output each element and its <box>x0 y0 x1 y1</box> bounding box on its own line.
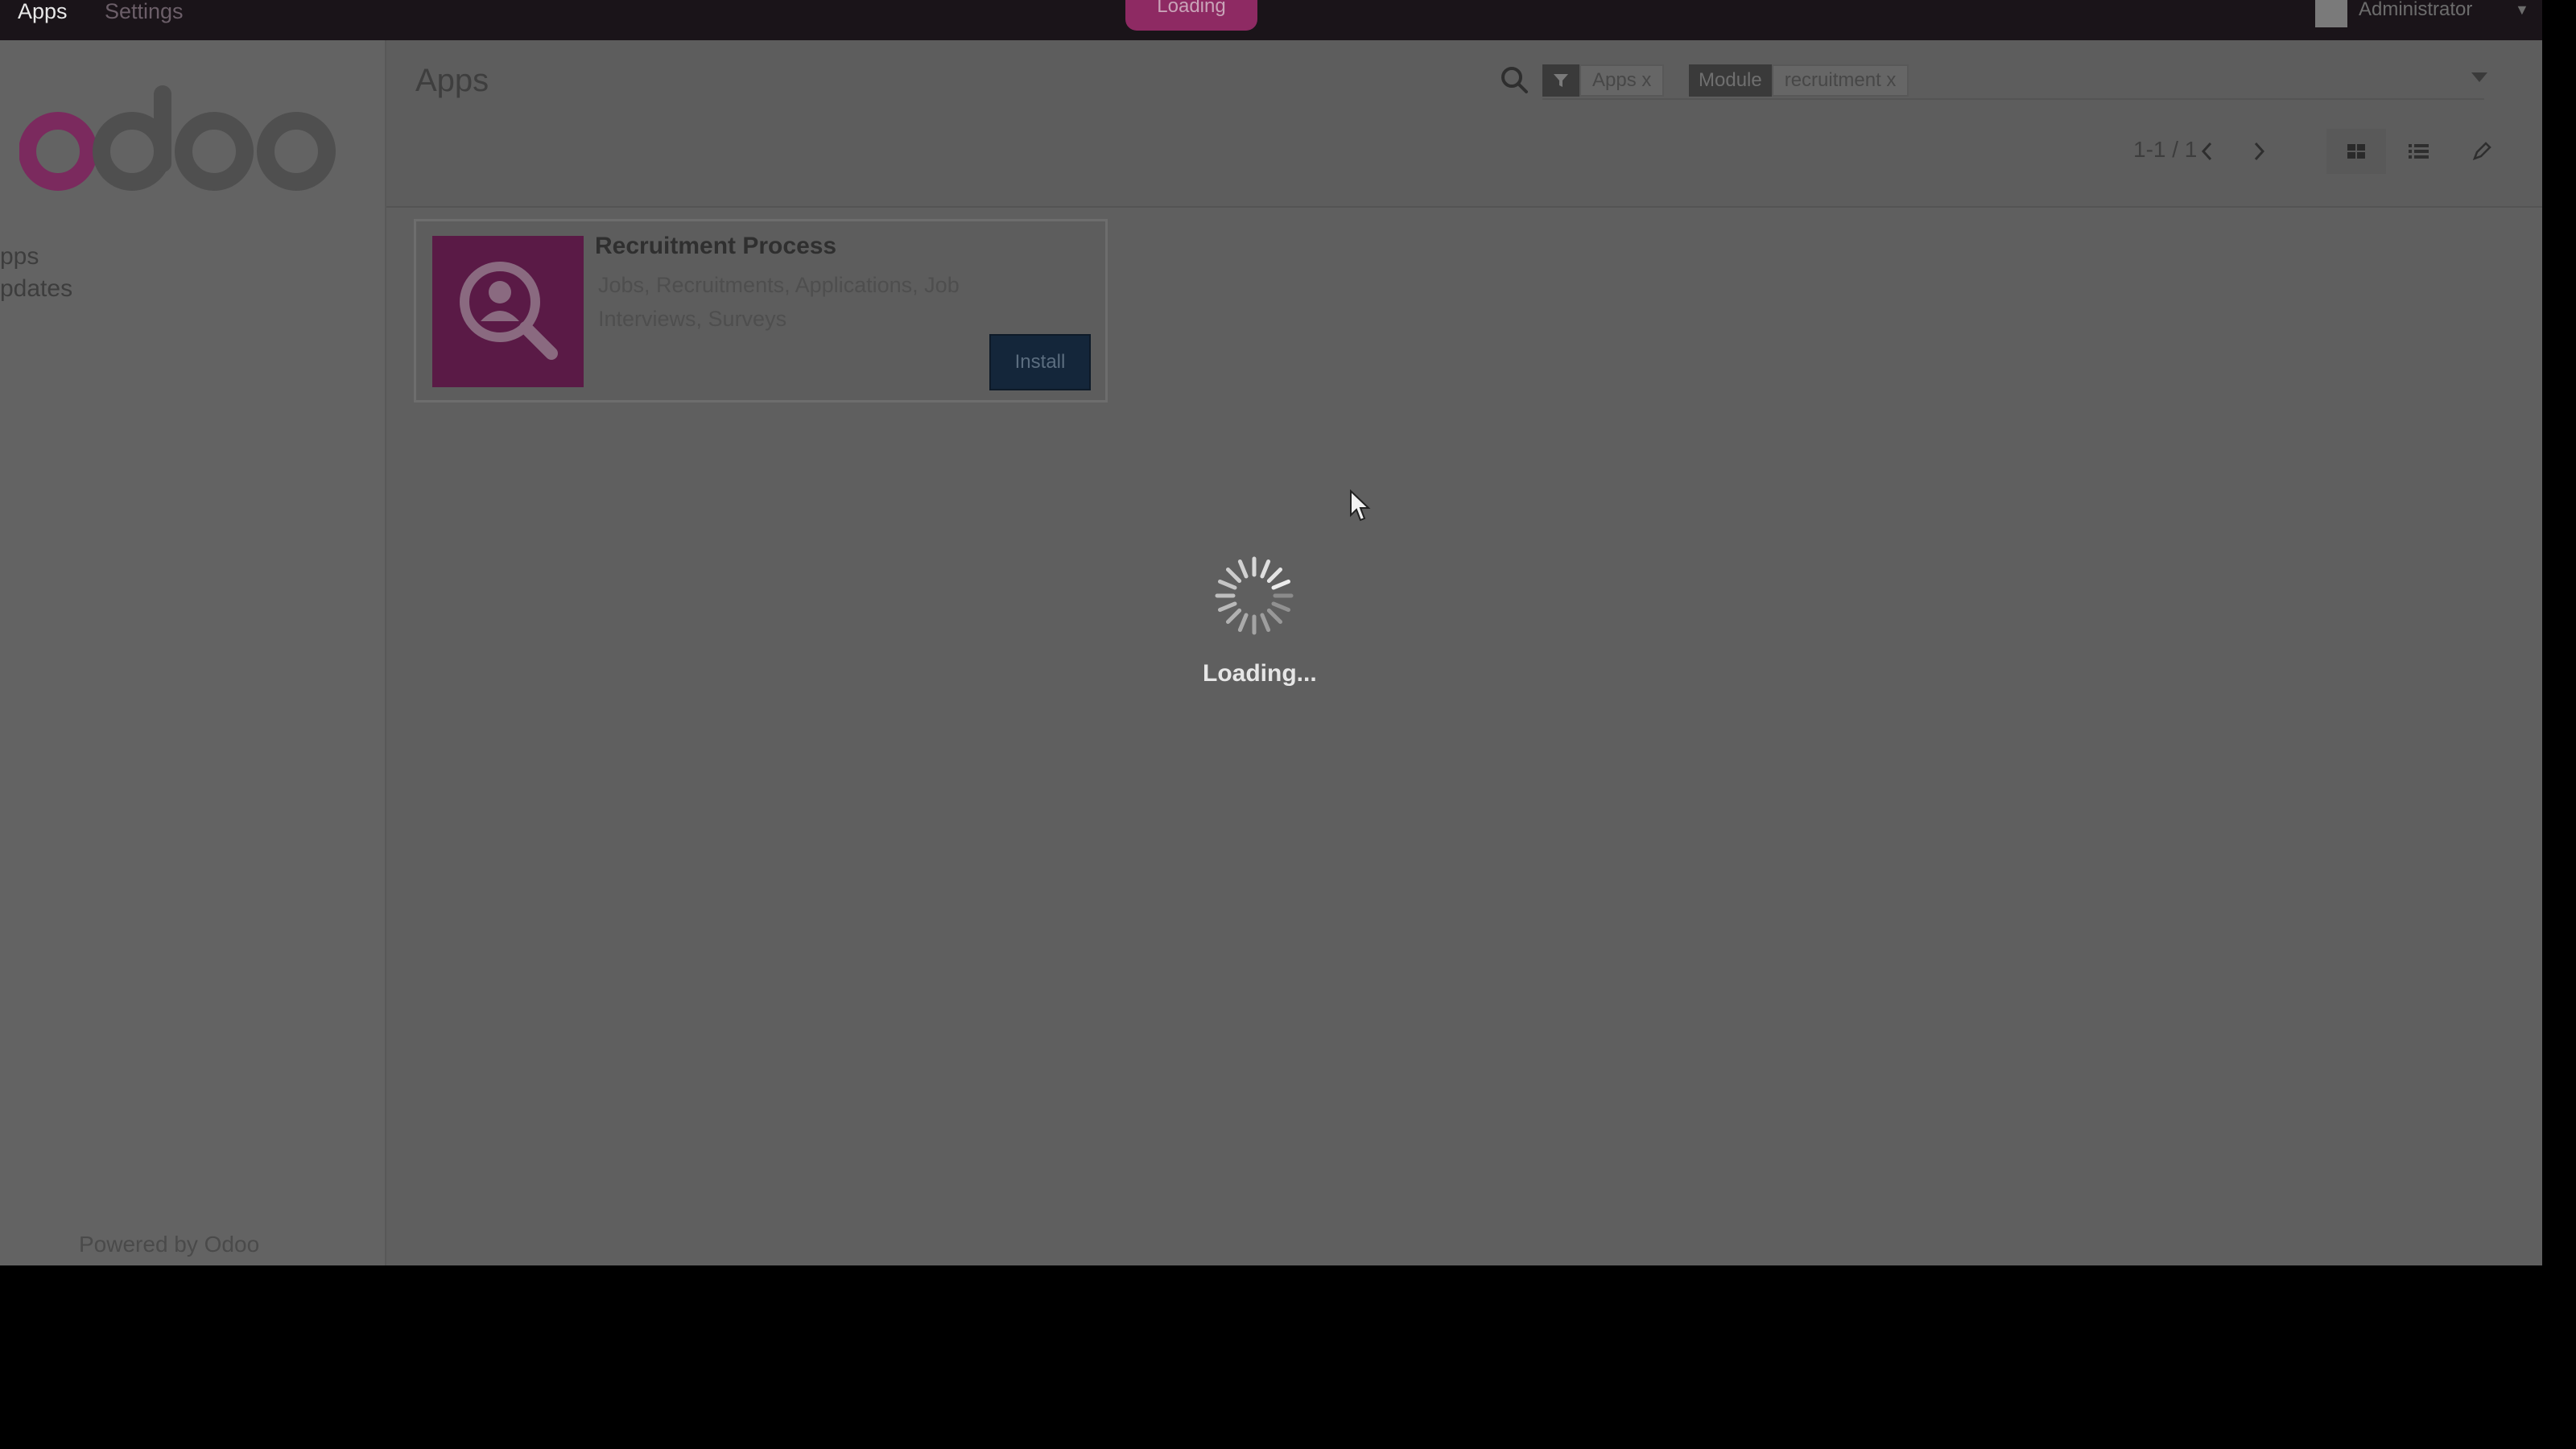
control-panel: Apps Apps x Module recruitment x 1-1 / 1 <box>386 40 2542 208</box>
search-icon[interactable] <box>1499 64 1531 97</box>
sidebar-item-apps[interactable]: pps <box>0 243 39 270</box>
edit-icon <box>2472 142 2491 161</box>
app-summary: Jobs, Recruitments, Applications, Job In… <box>598 273 960 331</box>
recruitment-app-icon <box>432 236 584 387</box>
sidebar-item-updates[interactable]: pdates <box>0 275 72 303</box>
mouse-cursor-icon <box>1350 489 1371 522</box>
loading-badge: Loading <box>1125 0 1257 31</box>
app-name: Recruitment Process <box>595 233 837 259</box>
topmenu-settings[interactable]: Settings <box>105 0 184 23</box>
search-facet-apps[interactable]: Apps x <box>1542 64 1665 97</box>
loading-spinner-icon <box>1215 556 1294 635</box>
search-facet-value: Apps x <box>1579 64 1665 97</box>
chevron-left-icon <box>2201 142 2212 161</box>
caret-down-icon[interactable]: ▼ <box>2515 2 2529 19</box>
search-options-toggle[interactable] <box>2471 72 2487 82</box>
user-menu-name[interactable]: Administrator <box>2359 0 2472 19</box>
search-facet-value: recruitment x <box>1771 64 1909 97</box>
search-facet-module[interactable]: Module recruitment x <box>1689 64 1909 97</box>
loading-text: Loading... <box>1203 660 1317 687</box>
view-kanban-button[interactable] <box>2326 129 2386 174</box>
app-frame: pps pdates Powered by Odoo Apps Apps x M… <box>0 40 2542 1265</box>
top-navbar: Apps Settings Loading Administrator ▼ <box>0 0 2542 40</box>
powered-by-text: Powered by <box>79 1232 198 1257</box>
powered-by: Powered by Odoo <box>79 1232 259 1257</box>
app-card[interactable]: Recruitment Process Jobs, Recruitments, … <box>414 219 1108 402</box>
filter-icon <box>1542 64 1579 97</box>
search-facet-label: Module <box>1689 64 1772 97</box>
install-button[interactable]: Install <box>989 334 1091 390</box>
search-input[interactable]: Apps x Module recruitment x <box>1542 64 2484 100</box>
list-view-icon <box>2409 144 2429 159</box>
pager-value[interactable]: 1-1 / 1 <box>2133 137 2197 163</box>
kanban-view-icon <box>2347 144 2365 159</box>
avatar[interactable] <box>2315 0 2347 27</box>
pager-next-button[interactable] <box>2241 134 2277 169</box>
sidebar: pps pdates Powered by Odoo <box>0 40 386 1265</box>
powered-by-link[interactable]: Odoo <box>204 1232 260 1257</box>
view-list-button[interactable] <box>2389 129 2449 174</box>
view-form-button[interactable] <box>2452 129 2512 174</box>
odoo-logo[interactable] <box>19 79 341 200</box>
topmenu-apps[interactable]: Apps <box>18 0 68 23</box>
pager-previous-button[interactable] <box>2190 134 2225 169</box>
chevron-right-icon <box>2254 142 2265 161</box>
breadcrumb: Apps <box>415 63 489 98</box>
